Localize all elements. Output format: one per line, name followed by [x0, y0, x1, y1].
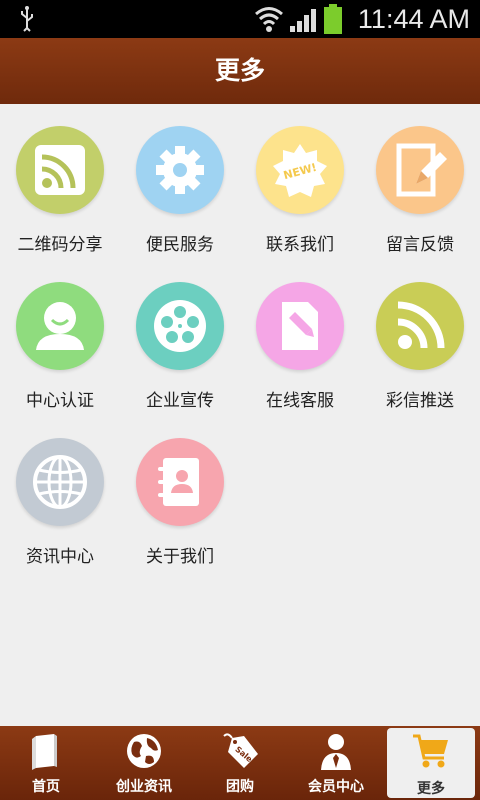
grid-item-circle [256, 282, 344, 370]
tab-home[interactable]: 首页 [0, 726, 92, 800]
grid-item-circle [376, 282, 464, 370]
status-time: 11:44 AM [357, 4, 470, 34]
film-reel-icon [154, 300, 206, 352]
grid-item-label: 在线客服 [266, 391, 334, 411]
grid-item-label: 中心认证 [26, 391, 94, 411]
grid-item-circle [16, 126, 104, 214]
status-bar: 11:44 AM [0, 0, 480, 38]
globe-icon [127, 734, 161, 768]
tab-member-center[interactable]: 会员中心 [290, 726, 382, 800]
book-icon [32, 734, 57, 770]
grid-item-contact-us[interactable]: NEW! 联系我们 [240, 104, 360, 255]
rss-icon [397, 301, 445, 349]
contacts-book-icon [158, 458, 199, 506]
tab-more[interactable]: 更多 [387, 728, 475, 798]
rss-icon [35, 145, 85, 195]
new-badge-icon: NEW! [273, 144, 327, 197]
grid-item-qrcode-share[interactable]: 二维码分享 [0, 104, 120, 255]
grid-item-circle [136, 282, 224, 370]
wifi-icon [255, 7, 283, 32]
grid-item-circle: NEW! [256, 126, 344, 214]
usb-icon [21, 6, 33, 32]
title-bar: 更多 [0, 38, 480, 104]
tab-label: 会员中心 [308, 779, 364, 795]
tab-label: 更多 [417, 781, 445, 797]
grid-item-label: 企业宣传 [146, 391, 214, 411]
edit-note-icon [396, 143, 447, 197]
tab-label: 首页 [32, 779, 60, 795]
grid-item-about-us[interactable]: 关于我们 [120, 416, 240, 567]
grid-item-message-feedback[interactable]: 留言反馈 [360, 104, 480, 255]
grid-item-label: 关于我们 [146, 547, 214, 567]
grid-item-mms-push[interactable]: 彩信推送 [360, 260, 480, 411]
sale-tag-icon: Sale [223, 733, 258, 768]
grid-item-center-certification[interactable]: 中心认证 [0, 260, 120, 411]
grid-item-circle [136, 126, 224, 214]
grid-item-online-support[interactable]: 在线客服 [240, 260, 360, 411]
globe-icon [33, 455, 87, 509]
grid-item-label: 联系我们 [266, 235, 334, 255]
grid-item-circle [376, 126, 464, 214]
cart-icon [413, 734, 448, 768]
grid-item-enterprise-promo[interactable]: 企业宣传 [120, 260, 240, 411]
grid-item-news-center[interactable]: 资讯中心 [0, 416, 120, 567]
grid-item-label: 便民服务 [146, 235, 214, 255]
grid-item-label: 留言反馈 [386, 235, 454, 255]
user-icon [36, 302, 84, 350]
bottom-tab-bar: 首页 创业资讯 Sale 团购 会员中心 更多 [0, 726, 480, 800]
member-icon [321, 734, 351, 770]
grid-item-label: 彩信推送 [386, 391, 454, 411]
battery-icon [324, 4, 342, 34]
tab-startup-news[interactable]: 创业资讯 [98, 726, 190, 800]
page-title: 更多 [214, 56, 265, 85]
grid-item-circle [16, 438, 104, 526]
signal-icon [290, 9, 316, 32]
grid-item-circle [136, 438, 224, 526]
grid-item-circle [16, 282, 104, 370]
tab-group-buy[interactable]: Sale 团购 [194, 726, 286, 800]
tab-label: 团购 [226, 779, 254, 795]
grid-item-label: 二维码分享 [17, 235, 103, 255]
pencil-doc-icon [282, 302, 318, 350]
tab-label: 创业资讯 [116, 779, 172, 795]
grid-item-convenience-service[interactable]: 便民服务 [120, 104, 240, 255]
grid-item-label: 资讯中心 [26, 547, 94, 567]
gear-icon [156, 146, 204, 194]
